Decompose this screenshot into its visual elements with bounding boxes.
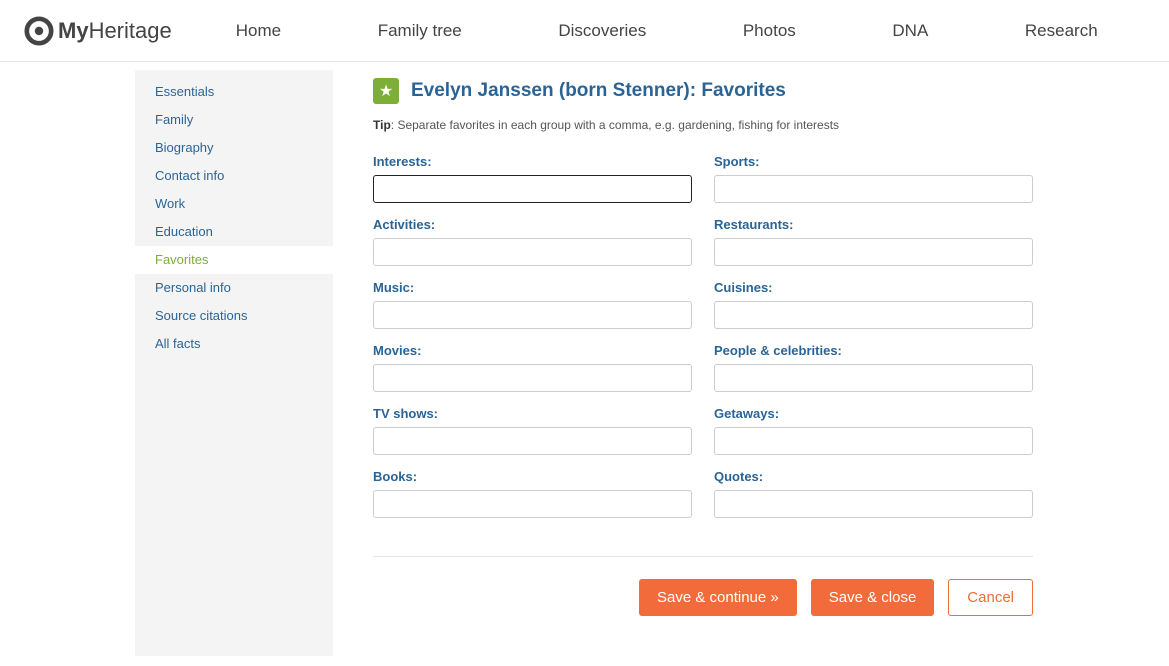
input-cuisines[interactable]: [714, 301, 1033, 329]
tip-text: Tip: Separate favorites in each group wi…: [373, 118, 1033, 132]
logo-text: MyHeritage: [58, 18, 172, 44]
input-books[interactable]: [373, 490, 692, 518]
label-books: Books:: [373, 469, 692, 484]
sidebar-item-personal[interactable]: Personal info: [135, 274, 333, 302]
label-getaways: Getaways:: [714, 406, 1033, 421]
sidebar-item-work[interactable]: Work: [135, 190, 333, 218]
input-interests[interactable]: [373, 175, 692, 203]
sidebar-item-biography[interactable]: Biography: [135, 134, 333, 162]
input-getaways[interactable]: [714, 427, 1033, 455]
logo-icon: [24, 16, 54, 46]
logo[interactable]: MyHeritage: [24, 16, 172, 46]
nav-family-tree[interactable]: Family tree: [374, 13, 466, 49]
input-sports[interactable]: [714, 175, 1033, 203]
nav-research[interactable]: Research: [1021, 13, 1102, 49]
label-movies: Movies:: [373, 343, 692, 358]
label-tvshows: TV shows:: [373, 406, 692, 421]
label-music: Music:: [373, 280, 692, 295]
nav-discoveries[interactable]: Discoveries: [554, 13, 650, 49]
label-restaurants: Restaurants:: [714, 217, 1033, 232]
input-movies[interactable]: [373, 364, 692, 392]
sidebar-item-education[interactable]: Education: [135, 218, 333, 246]
save-close-button[interactable]: Save & close: [811, 579, 935, 616]
label-interests: Interests:: [373, 154, 692, 169]
label-sports: Sports:: [714, 154, 1033, 169]
sidebar-item-sources[interactable]: Source citations: [135, 302, 333, 330]
label-cuisines: Cuisines:: [714, 280, 1033, 295]
input-restaurants[interactable]: [714, 238, 1033, 266]
sidebar-item-essentials[interactable]: Essentials: [135, 78, 333, 106]
input-people[interactable]: [714, 364, 1033, 392]
nav-home[interactable]: Home: [232, 13, 285, 49]
nav-dna[interactable]: DNA: [888, 13, 932, 49]
label-people: People & celebrities:: [714, 343, 1033, 358]
label-quotes: Quotes:: [714, 469, 1033, 484]
sidebar-item-favorites[interactable]: Favorites: [135, 246, 333, 274]
page-title: Evelyn Janssen (born Stenner): Favorites: [411, 80, 786, 102]
main-content: ★ Evelyn Janssen (born Stenner): Favorit…: [333, 70, 1093, 656]
sidebar-item-contact[interactable]: Contact info: [135, 162, 333, 190]
input-activities[interactable]: [373, 238, 692, 266]
save-continue-button[interactable]: Save & continue »: [639, 579, 797, 616]
sidebar: Essentials Family Biography Contact info…: [135, 70, 333, 656]
top-header: MyHeritage Home Family tree Discoveries …: [0, 0, 1169, 62]
sidebar-item-allfacts[interactable]: All facts: [135, 330, 333, 358]
input-quotes[interactable]: [714, 490, 1033, 518]
star-icon: ★: [373, 78, 399, 104]
sidebar-item-family[interactable]: Family: [135, 106, 333, 134]
input-music[interactable]: [373, 301, 692, 329]
label-activities: Activities:: [373, 217, 692, 232]
main-nav: Home Family tree Discoveries Photos DNA …: [232, 13, 1102, 49]
nav-photos[interactable]: Photos: [739, 13, 800, 49]
cancel-button[interactable]: Cancel: [948, 579, 1033, 616]
input-tvshows[interactable]: [373, 427, 692, 455]
footer-buttons: Save & continue » Save & close Cancel: [373, 556, 1033, 616]
